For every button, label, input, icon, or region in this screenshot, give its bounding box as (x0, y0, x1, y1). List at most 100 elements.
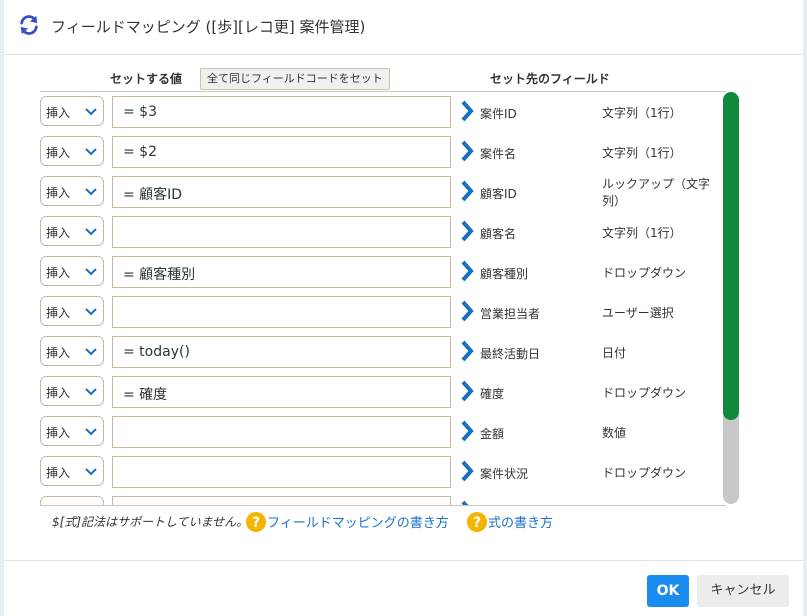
mode-select[interactable]: 挿入 (40, 176, 104, 206)
chevron-down-icon (85, 148, 97, 156)
target-field-name: 案件状況 (480, 467, 529, 481)
mode-select[interactable]: 挿入 (40, 336, 104, 366)
mapping-list: 挿入 = $3 案件ID 文字列（1行） 挿入 = $2 案件名 文字列（1行）… (40, 92, 730, 505)
chevron-down-icon (85, 388, 97, 396)
mode-label: 挿入 (46, 186, 71, 200)
value-input[interactable]: = 顧客ID (112, 176, 451, 208)
mapping-row: 挿入 顧客名 文字列（1行） (40, 212, 730, 252)
chevron-down-icon (85, 428, 97, 436)
mode-label: 挿入 (46, 346, 71, 360)
mode-label: 挿入 (46, 306, 71, 320)
chevron-down-icon (85, 468, 97, 476)
value-column-header: セットする値 (110, 72, 183, 86)
chevron-right-icon (461, 380, 474, 402)
target-field-type: 日付 (602, 346, 627, 360)
target-column-header: セット先のフィールド (490, 72, 610, 86)
target-field-name: 確度 (480, 387, 505, 401)
value-text: = $3 (123, 104, 157, 120)
target-field-type: ユーザー選択 (602, 306, 674, 320)
mode-label: 挿入 (46, 266, 71, 280)
field-mapping-help-link[interactable]: フィールドマッピングの書き方 (267, 512, 449, 531)
mode-label: 挿入 (46, 426, 71, 440)
value-input[interactable]: = $2 (112, 136, 451, 168)
mapping-row: 挿入 = $3 案件ID 文字列（1行） (40, 92, 730, 132)
target-field-type: ドロップダウン (602, 266, 687, 280)
mapping-row-partial (40, 492, 730, 505)
value-input[interactable]: = today() (112, 336, 451, 368)
value-text: = 顧客ID (123, 187, 183, 203)
mode-select[interactable]: 挿入 (40, 456, 104, 486)
chevron-right-icon (461, 340, 474, 362)
ok-button[interactable]: OK (647, 575, 689, 607)
chevron-right-icon (461, 260, 474, 282)
svg-text:?: ? (473, 515, 481, 531)
mode-select[interactable]: 挿入 (40, 296, 104, 326)
value-input[interactable] (112, 456, 451, 488)
target-field-name: 営業担当者 (480, 307, 541, 321)
chevron-right-icon (461, 180, 474, 202)
formula-help-link[interactable]: 式の書き方 (488, 512, 553, 531)
list-bottom-divider (40, 505, 726, 506)
target-field-type: 文字列（1行） (602, 146, 682, 160)
target-field-name: 案件ID (480, 107, 517, 121)
mode-select[interactable]: 挿入 (40, 96, 104, 126)
mode-select[interactable]: 挿入 (40, 376, 104, 406)
help-icon[interactable]: ? (467, 512, 487, 532)
value-text: = $2 (123, 144, 157, 160)
target-field-name: 最終活動日 (480, 347, 541, 361)
target-field-type: 文字列（1行） (602, 106, 682, 120)
chevron-right-icon (461, 420, 474, 442)
mode-label: 挿入 (46, 466, 71, 480)
chevron-down-icon (85, 228, 97, 236)
mode-label: 挿入 (46, 106, 71, 120)
target-field-name: 金額 (480, 427, 505, 441)
mode-select[interactable] (40, 496, 104, 505)
scrollbar-thumb[interactable] (723, 92, 739, 420)
mode-label: 挿入 (46, 146, 71, 160)
chevron-right-icon (461, 140, 474, 162)
mapping-row: 挿入 金額 数値 (40, 412, 730, 452)
mode-select[interactable]: 挿入 (40, 136, 104, 166)
target-field-name: 顧客名 (480, 227, 517, 241)
value-text: = today() (123, 344, 190, 360)
value-input[interactable]: = $3 (112, 96, 451, 128)
cancel-button[interactable]: キャンセル (697, 575, 789, 607)
chevron-down-icon (85, 308, 97, 316)
value-input[interactable] (112, 216, 451, 248)
target-field-name: 顧客種別 (480, 267, 529, 281)
mode-label: 挿入 (46, 226, 71, 240)
value-input[interactable] (112, 416, 451, 448)
chevron-down-icon (85, 268, 97, 276)
value-input[interactable]: = 確度 (112, 376, 451, 408)
chevron-down-icon (85, 108, 97, 116)
value-text: = 確度 (123, 387, 168, 403)
dialog-header: フィールドマッピング ([歩][レコ更] 案件管理) (4, 0, 803, 55)
chevron-right-icon (461, 100, 474, 122)
mapping-row: 挿入 = 確度 確度 ドロップダウン (40, 372, 730, 412)
mode-select[interactable]: 挿入 (40, 416, 104, 446)
set-same-field-code-button[interactable]: 全て同じフィールドコードをセット (200, 68, 390, 90)
footer-divider (4, 560, 803, 561)
mode-select[interactable]: 挿入 (40, 256, 104, 286)
target-field-type: ルックアップ（文字列） (602, 177, 711, 208)
target-field-name: 案件名 (480, 147, 517, 161)
mode-label: 挿入 (46, 386, 71, 400)
target-field-type: 数値 (602, 426, 627, 440)
mapping-row: 挿入 営業担当者 ユーザー選択 (40, 292, 730, 332)
mapping-row: 挿入 = $2 案件名 文字列（1行） (40, 132, 730, 172)
help-icon[interactable]: ? (246, 512, 266, 532)
chevron-down-icon (85, 188, 97, 196)
target-field-name: 顧客ID (480, 187, 517, 201)
value-input[interactable]: = 顧客種別 (112, 256, 451, 288)
chevron-right-icon (461, 300, 474, 322)
mapping-row: 挿入 = 顧客ID 顧客ID ルックアップ（文字列） (40, 172, 730, 212)
chevron-right-icon (461, 220, 474, 242)
svg-text:?: ? (252, 515, 260, 531)
value-input[interactable] (112, 296, 451, 328)
value-text: = 顧客種別 (123, 267, 196, 283)
mode-select[interactable]: 挿入 (40, 216, 104, 246)
background-app-edge-right (803, 0, 807, 616)
value-input[interactable] (112, 496, 451, 505)
chevron-right-icon (461, 460, 474, 482)
mapping-row: 挿入 案件状況 ドロップダウン (40, 452, 730, 492)
